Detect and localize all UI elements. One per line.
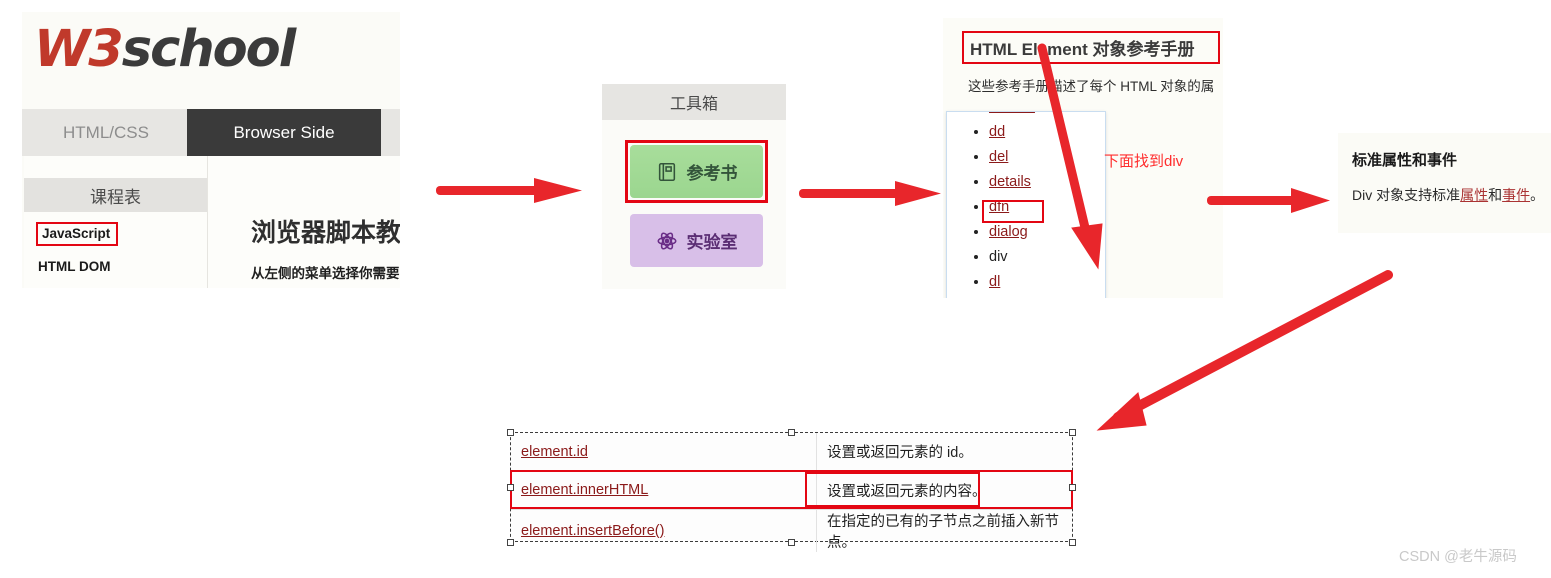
sidebar-header: 课程表 bbox=[24, 178, 207, 212]
sidebar-item-html-dom[interactable]: HTML DOM bbox=[38, 259, 111, 274]
sidebar-item-html-dom-label: HTML DOM bbox=[38, 259, 111, 274]
attributes-body: Div 对象支持标准属性和事件。 bbox=[1352, 185, 1544, 205]
toolbox-panel: 工具箱 参考书 实验室 bbox=[602, 84, 786, 289]
table-cell-property[interactable]: element.innerHTML bbox=[511, 471, 817, 510]
toolbox-item-lab-label: 实验室 bbox=[686, 233, 738, 252]
selection-handle-se[interactable] bbox=[1069, 539, 1076, 546]
w3school-browser-panel: W3school HTML/CSS Browser Side 课程表 JavaS… bbox=[22, 12, 400, 288]
logo-w3-text: W3 bbox=[34, 20, 124, 79]
book-icon bbox=[656, 161, 678, 183]
selection-handle-sw[interactable] bbox=[507, 539, 514, 546]
watermark: CSDN @老牛源码 bbox=[1399, 549, 1517, 565]
property-table: element.id 设置或返回元素的 id。 element.innerHTM… bbox=[507, 429, 1076, 552]
sidebar-item-javascript-label: JavaScript bbox=[42, 226, 111, 241]
property-link: element.id bbox=[521, 443, 588, 460]
w3school-logo: W3school bbox=[34, 20, 296, 79]
w3school-tabbar: HTML/CSS Browser Side bbox=[22, 109, 400, 156]
list-item-label: dl bbox=[989, 274, 1001, 290]
attributes-link-events[interactable]: 事件 bbox=[1502, 187, 1530, 203]
w3school-content-area: 浏览器脚本教 从左侧的菜单选择你需要 bbox=[208, 156, 400, 288]
selection-handle-e[interactable] bbox=[1069, 484, 1076, 491]
table-cell-description: 设置或返回元素的内容。 bbox=[816, 471, 1072, 510]
selection-handle-ne[interactable] bbox=[1069, 429, 1076, 436]
attributes-link-properties[interactable]: 属性 bbox=[1460, 187, 1488, 203]
property-link: element.innerHTML bbox=[521, 482, 649, 498]
toolbox-item-reference-book-label: 参考书 bbox=[686, 164, 738, 183]
logo-school-text: school bbox=[121, 20, 296, 79]
table-row[interactable]: element.innerHTML 设置或返回元素的内容。 bbox=[511, 471, 1072, 510]
tab-browser-side[interactable]: Browser Side bbox=[187, 109, 381, 156]
selection-handle-s[interactable] bbox=[788, 539, 795, 546]
tab-html-css[interactable]: HTML/CSS bbox=[25, 109, 187, 156]
property-table-grid: element.id 设置或返回元素的 id。 element.innerHTM… bbox=[511, 433, 1072, 552]
attributes-text-suffix: 。 bbox=[1530, 187, 1545, 203]
w3school-sidebar: 课程表 JavaScript HTML DOM bbox=[24, 156, 208, 288]
list-item-label: div bbox=[989, 249, 1008, 265]
selection-handle-w[interactable] bbox=[507, 484, 514, 491]
table-cell-description: 设置或返回元素的 id。 bbox=[816, 433, 1072, 472]
arrow-2 bbox=[799, 181, 941, 206]
list-item-label: dd bbox=[989, 124, 1006, 140]
list-item-label: del bbox=[989, 149, 1009, 165]
toolbox-item-lab[interactable]: 实验室 bbox=[630, 214, 763, 267]
table-cell-property[interactable]: element.id bbox=[511, 433, 817, 472]
arrow-1 bbox=[436, 178, 582, 203]
attributes-text-prefix: Div 对象支持标准 bbox=[1352, 187, 1461, 203]
arrow-to-table bbox=[1096, 270, 1393, 431]
sidebar-item-javascript[interactable]: JavaScript bbox=[36, 222, 119, 246]
content-title: 浏览器脚本教 bbox=[251, 219, 400, 247]
attributes-text-mid: 和 bbox=[1488, 187, 1503, 203]
w3school-logo-bar: W3school bbox=[22, 12, 400, 90]
property-link: element.insertBefore() bbox=[521, 522, 665, 539]
arrow-3 bbox=[1207, 188, 1330, 213]
list-item[interactable]: dl bbox=[989, 270, 1035, 295]
toolbox-item-reference-book[interactable]: 参考书 bbox=[630, 145, 763, 198]
table-cell-description: 在指定的已有的子节点之前插入新节点。 bbox=[827, 513, 1059, 551]
atom-icon bbox=[656, 230, 678, 252]
standard-attributes-panel: 标准属性和事件 Div 对象支持标准属性和事件。 bbox=[1338, 133, 1551, 233]
table-row[interactable]: element.id 设置或返回元素的 id。 bbox=[511, 433, 1072, 472]
selection-handle-nw[interactable] bbox=[507, 429, 514, 436]
tab-html-css-label: HTML/CSS bbox=[63, 122, 149, 142]
table-cell-property[interactable]: element.insertBefore() bbox=[511, 509, 817, 552]
selection-handle-n[interactable] bbox=[788, 429, 795, 436]
toolbox-header: 工具箱 bbox=[602, 84, 786, 120]
attributes-title: 标准属性和事件 bbox=[1352, 152, 1458, 169]
tab-browser-side-label: Browser Side bbox=[233, 122, 335, 142]
content-subtitle: 从左侧的菜单选择你需要 bbox=[251, 266, 400, 281]
arrow-title-to-div bbox=[1037, 43, 1103, 270]
